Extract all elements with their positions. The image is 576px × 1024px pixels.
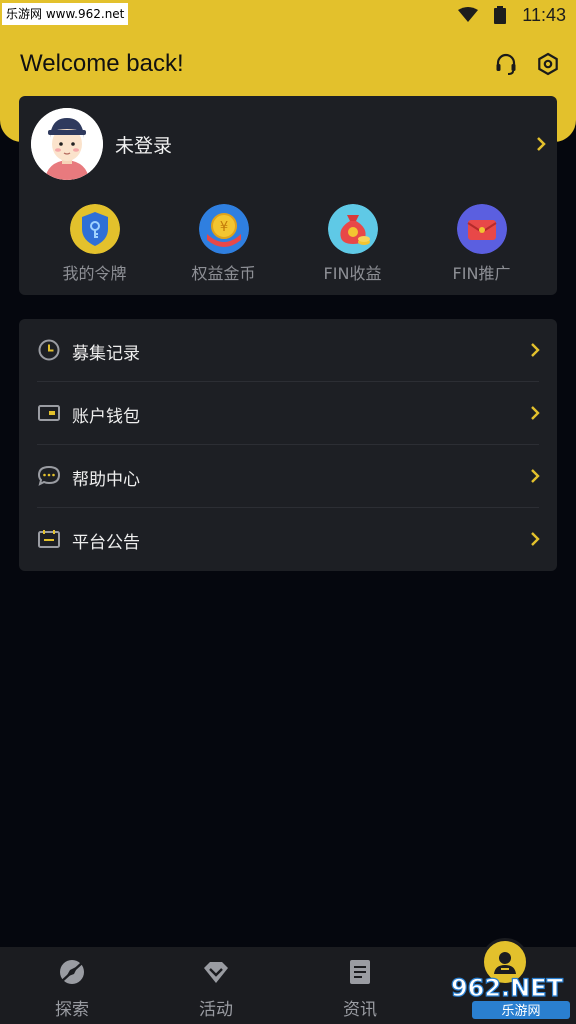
explore-icon <box>60 960 84 984</box>
quick-actions: 我的令牌 ¥ 权益金币 FIN收益 FIN推广 <box>19 204 557 284</box>
coin-icon: ¥ <box>198 204 249 254</box>
wifi-icon <box>458 7 479 22</box>
quick-action-label: 我的令牌 <box>62 264 127 283</box>
quick-action-label: 权益金币 <box>191 264 256 283</box>
clock-icon <box>38 339 60 361</box>
profile-card: 未登录 我的令牌 ¥ 权益金币 FIN收益 FIN推广 <box>19 96 557 295</box>
settings-icon[interactable] <box>536 52 560 76</box>
chevron-right-icon[interactable] <box>533 134 549 154</box>
document-icon <box>350 960 370 984</box>
quick-action-label: FIN收益 <box>323 264 382 283</box>
watermark-subtext: 乐游网 <box>501 1004 540 1019</box>
menu-item-account-wallet[interactable]: 账户钱包 <box>19 382 557 445</box>
quick-action-fin-earnings[interactable]: FIN收益 <box>288 204 417 284</box>
wallet-icon <box>38 405 60 421</box>
chat-icon <box>37 465 61 486</box>
calendar-icon <box>38 530 60 548</box>
quick-action-label: FIN推广 <box>452 264 511 283</box>
headset-icon[interactable] <box>494 52 518 76</box>
menu-item-label: 账户钱包 <box>72 407 140 427</box>
menu-item-help-center[interactable]: 帮助中心 <box>19 445 557 508</box>
quick-action-fin-promotion[interactable]: FIN推广 <box>417 204 546 284</box>
avatar-illustration <box>31 108 103 180</box>
watermark-top: 乐游网 www.962.net <box>2 3 129 25</box>
avatar[interactable] <box>31 108 103 180</box>
menu-item-label: 帮助中心 <box>72 470 140 490</box>
chevron-right-icon <box>531 343 540 357</box>
nav-label: 探索 <box>55 1000 89 1020</box>
page-title: Welcome back! <box>20 50 184 77</box>
watermark-logo: 962.NET 乐游网 <box>450 973 570 1019</box>
watermark-text: 962.NET <box>451 974 564 1002</box>
red-envelope-icon <box>456 204 507 254</box>
chevron-right-icon <box>531 406 540 420</box>
status-bar: 乐游网 www.962.net 11:43 <box>0 0 576 30</box>
chevron-right-icon <box>531 532 540 546</box>
svg-text:¥: ¥ <box>219 220 227 235</box>
menu-item-label: 平台公告 <box>72 533 140 553</box>
nav-label: 资讯 <box>343 1000 377 1020</box>
quick-action-token[interactable]: 我的令牌 <box>30 204 159 284</box>
battery-icon <box>494 6 507 24</box>
diamond-icon <box>204 962 228 983</box>
money-bag-icon <box>327 204 378 254</box>
nav-item-news[interactable]: 资讯 <box>288 947 432 1024</box>
nav-label: 活动 <box>199 1000 233 1020</box>
menu-item-platform-announcements[interactable]: 平台公告 <box>19 508 557 571</box>
token-shield-icon <box>69 204 120 254</box>
status-time: 11:43 <box>522 4 566 25</box>
menu-card: 募集记录 账户钱包 帮助中心 平台公告 <box>19 319 557 571</box>
quick-action-coin[interactable]: ¥ 权益金币 <box>159 204 288 284</box>
status-indicators: 11:43 <box>458 3 566 27</box>
login-status[interactable]: 未登录 <box>115 131 172 158</box>
menu-item-label: 募集记录 <box>72 344 140 364</box>
nav-item-activity[interactable]: 活动 <box>144 947 288 1024</box>
menu-item-fundraising-records[interactable]: 募集记录 <box>19 319 557 382</box>
chevron-right-icon <box>531 469 540 483</box>
nav-item-explore[interactable]: 探索 <box>0 947 144 1024</box>
